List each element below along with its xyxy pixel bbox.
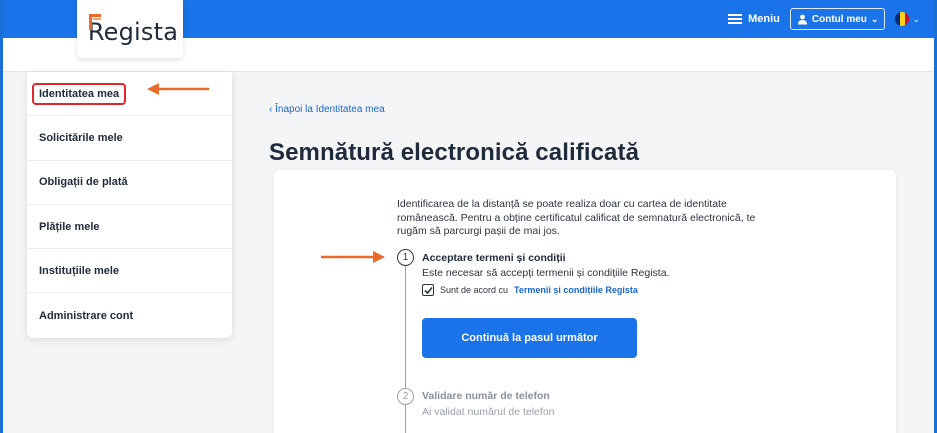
page-title: Semnătură electronică calificată — [269, 139, 640, 166]
romania-flag-icon — [895, 12, 910, 26]
step-title: Validare număr de telefon — [422, 390, 550, 402]
logo-text: Regista — [87, 18, 179, 46]
account-label: Contul meu — [811, 13, 867, 25]
top-right-controls: Meniu Contul meu ⌄ ⌄ — [728, 8, 920, 30]
sidebar-item-institutiile-mele[interactable]: Instituțiile mele — [27, 249, 232, 294]
step-number-badge: 2 — [397, 388, 414, 405]
chevron-down-icon: ⌄ — [870, 13, 879, 24]
content-card: Identificarea de la distanță se poate re… — [274, 170, 896, 433]
sidebar-item-solicitarile-mele[interactable]: Solicitările mele — [27, 116, 232, 161]
sidebar-item-label: Plățile mele — [39, 220, 100, 233]
chevron-down-icon: ⌄ — [912, 13, 920, 24]
logo[interactable]: Regista — [77, 0, 183, 58]
sidebar-item-label: Identitatea mea — [32, 82, 127, 105]
terms-agreement-row: Sunt de acord cu Termenii și condițiile … — [422, 284, 638, 296]
sidebar-item-obligatii-de-plata[interactable]: Obligații de plată — [27, 161, 232, 205]
logo-mark-icon — [89, 14, 101, 30]
sidebar-item-administrare-cont[interactable]: Administrare cont — [27, 293, 232, 337]
step-number-badge: 1 — [397, 249, 414, 266]
user-icon — [797, 14, 808, 25]
account-button[interactable]: Contul meu ⌄ — [789, 8, 886, 30]
sidebar: Identitatea mea Solicitările mele Obliga… — [27, 72, 232, 338]
sidebar-item-label: Instituțiile mele — [39, 264, 120, 277]
step-description: Este necesar să accepți termenii și cond… — [422, 267, 670, 279]
terms-checkbox[interactable] — [422, 284, 434, 296]
sidebar-item-label: Administrare cont — [39, 309, 134, 322]
annotation-arrow-icon — [321, 251, 385, 263]
menu-button[interactable]: Meniu — [728, 13, 780, 25]
language-selector[interactable]: ⌄ — [895, 12, 920, 26]
sidebar-item-platile-mele[interactable]: Plățile mele — [27, 205, 232, 250]
terms-link[interactable]: Termenii și condițiile Regista — [514, 285, 638, 295]
sidebar-item-label: Obligații de plată — [39, 176, 128, 189]
intro-text: Identificarea de la distanță se poate re… — [397, 198, 756, 237]
continue-button[interactable]: Continuă la pasul următor — [422, 318, 637, 358]
hamburger-icon — [728, 14, 743, 24]
annotation-arrow-icon — [147, 83, 209, 95]
checkbox-label: Sunt de acord cu — [440, 285, 509, 295]
checkmark-icon — [423, 286, 433, 294]
step-title: Acceptare termeni și condiții — [422, 252, 566, 264]
step-connector-line — [405, 265, 406, 433]
sidebar-item-label: Solicitările mele — [39, 131, 123, 144]
menu-label: Meniu — [748, 13, 780, 25]
app-frame: Meniu Contul meu ⌄ ⌄ Regista Identitatea… — [3, 0, 934, 433]
back-link[interactable]: ‹ Înapoi la Identitatea mea — [269, 104, 385, 115]
step-description: Ai validat numărul de telefon — [422, 406, 555, 418]
